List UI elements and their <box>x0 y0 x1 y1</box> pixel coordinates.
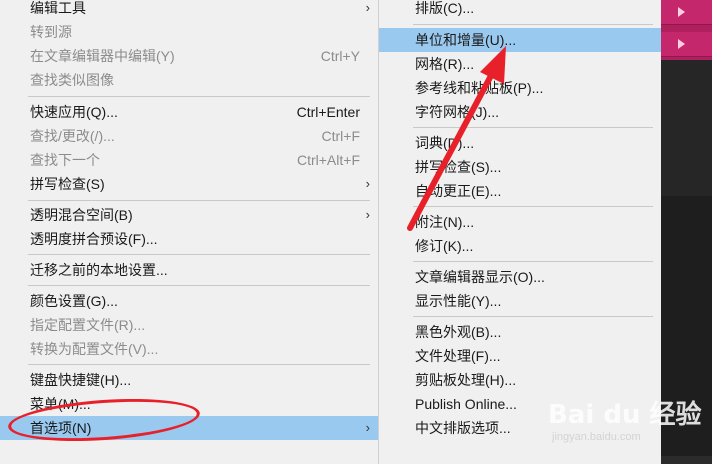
watermark-logo: Bai du 经验 <box>548 400 702 430</box>
annotation-arrow-icon <box>407 46 506 231</box>
watermark-url: jingyan.baidu.com <box>552 431 641 443</box>
baidu-watermark: Bai du 经验 jingyan.baidu.com <box>548 394 702 443</box>
